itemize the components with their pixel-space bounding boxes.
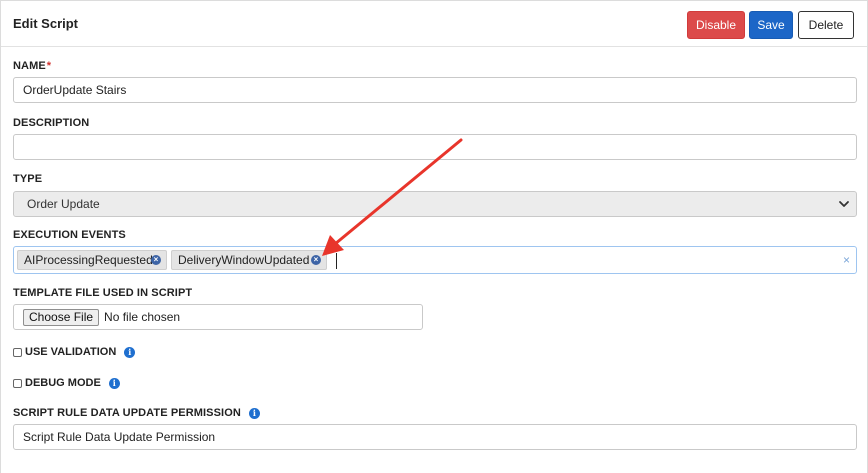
required-mark: *	[46, 60, 52, 72]
event-tag-label: AIProcessingRequested	[24, 253, 153, 267]
file-status: No file chosen	[104, 310, 181, 324]
info-icon[interactable]: i	[124, 346, 136, 358]
name-label: NAME*	[13, 60, 52, 72]
delete-button[interactable]: Delete	[798, 11, 854, 39]
debug-mode-row: DEBUG MODE i	[13, 377, 120, 389]
template-file-input: Choose File No file chosen	[13, 304, 423, 330]
execution-events-multiselect[interactable]: AIProcessingRequested × DeliveryWindowUp…	[13, 246, 857, 274]
panel-header: Edit Script Disable Save Delete	[1, 1, 867, 47]
text-caret	[336, 253, 337, 269]
name-input[interactable]: OrderUpdate Stairs	[13, 77, 857, 103]
permission-label-row: SCRIPT RULE DATA UPDATE PERMISSION i	[13, 407, 260, 419]
permission-input[interactable]: Script Rule Data Update Permission	[13, 424, 857, 450]
info-icon[interactable]: i	[248, 407, 260, 419]
execution-events-label: EXECUTION EVENTS	[13, 229, 126, 241]
debug-mode-label: DEBUG MODE	[25, 377, 101, 389]
chevron-down-icon	[839, 201, 849, 207]
use-validation-checkbox[interactable]	[13, 347, 22, 357]
description-label: DESCRIPTION	[13, 117, 90, 129]
clear-all-icon[interactable]: ×	[843, 253, 850, 267]
save-button[interactable]: Save	[749, 11, 793, 39]
event-tag: DeliveryWindowUpdated ×	[171, 250, 327, 270]
page-title: Edit Script	[13, 16, 79, 31]
description-input[interactable]	[13, 134, 857, 160]
type-select[interactable]: Order Update	[13, 191, 857, 217]
template-file-label: TEMPLATE FILE USED IN SCRIPT	[13, 287, 193, 299]
choose-file-button[interactable]: Choose File	[23, 308, 100, 326]
debug-mode-checkbox[interactable]	[13, 378, 22, 388]
use-validation-row: USE VALIDATION i	[13, 346, 136, 358]
event-tag-label: DeliveryWindowUpdated	[178, 253, 310, 267]
event-tag: AIProcessingRequested ×	[17, 250, 167, 270]
remove-tag-icon[interactable]: ×	[151, 255, 161, 265]
use-validation-label: USE VALIDATION	[25, 346, 117, 358]
edit-script-panel: Edit Script Disable Save Delete	[0, 0, 868, 473]
remove-tag-icon[interactable]: ×	[311, 255, 321, 265]
disable-button[interactable]: Disable	[687, 11, 745, 39]
permission-label: SCRIPT RULE DATA UPDATE PERMISSION	[13, 407, 241, 419]
info-icon[interactable]: i	[108, 377, 120, 389]
type-label: TYPE	[13, 173, 43, 185]
type-selected-value: Order Update	[27, 197, 100, 211]
